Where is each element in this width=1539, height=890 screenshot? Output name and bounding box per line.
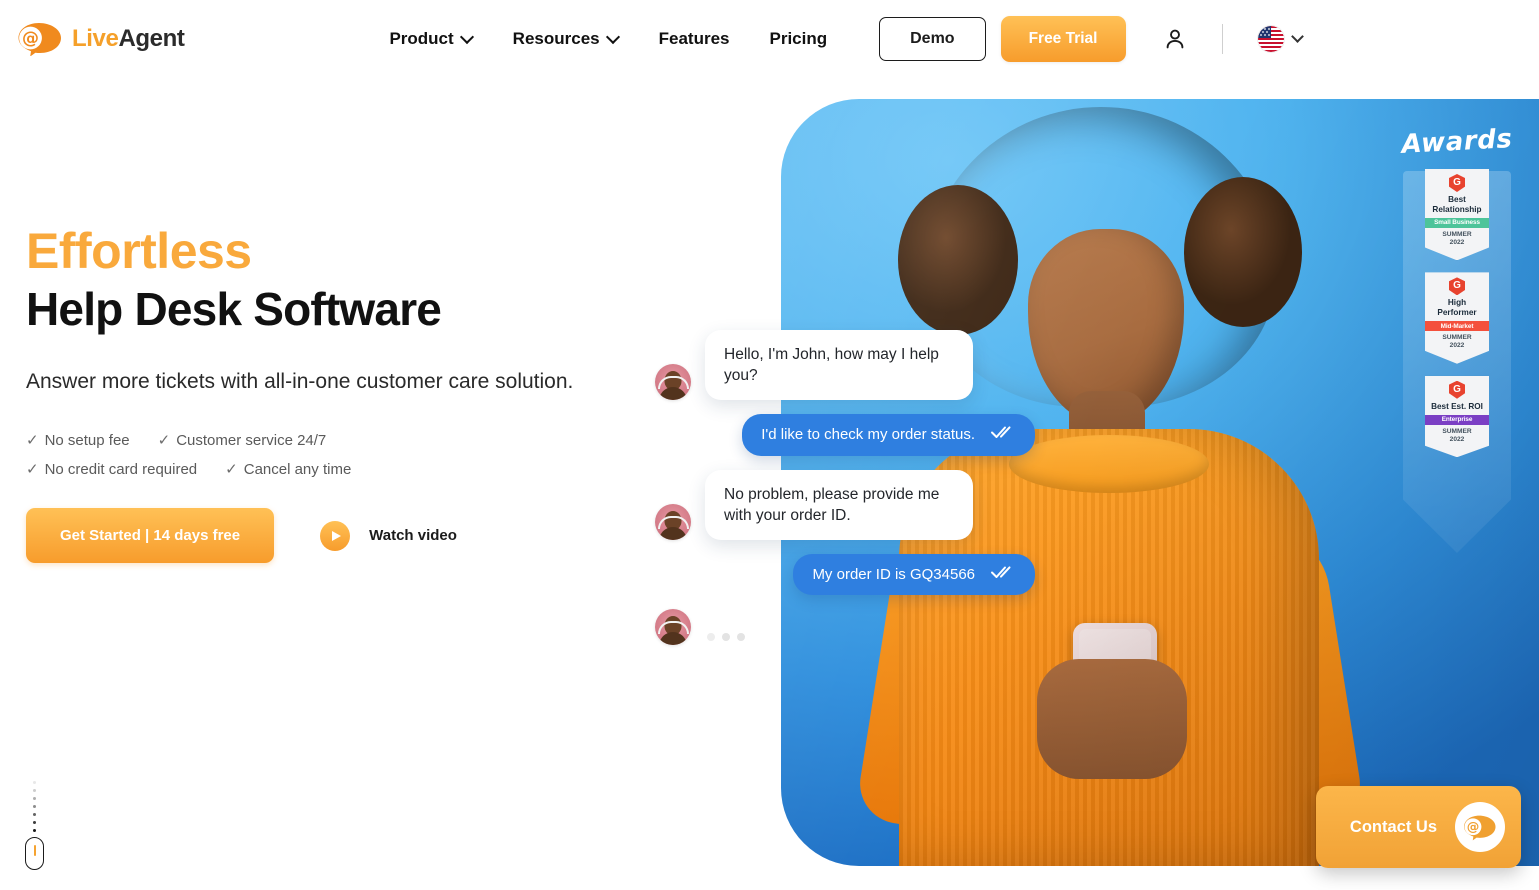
chevron-down-icon xyxy=(1293,32,1303,42)
award-segment: Small Business xyxy=(1425,217,1489,228)
contact-us-button[interactable]: Contact Us @ xyxy=(1315,786,1521,868)
chat-message-typing xyxy=(655,609,1035,646)
award-name: High Performer xyxy=(1437,298,1477,318)
chat-bubble-outgoing: I'd like to check my order status. xyxy=(742,414,1035,456)
at-speech-bubble-icon: @ xyxy=(1455,802,1505,852)
nav-item-resources[interactable]: Resources xyxy=(493,29,639,49)
check-icon: ✓ xyxy=(26,461,39,479)
nav-item-features[interactable]: Features xyxy=(639,29,750,49)
chat-bubble-text: I'd like to check my order status. xyxy=(761,426,975,444)
chat-message-customer-1: I'd like to check my order status. xyxy=(655,414,1035,456)
feature-label: No credit card required xyxy=(44,460,198,478)
award-badge-high-performer[interactable]: G High Performer Mid-Market SUMMER 2022 xyxy=(1425,272,1489,364)
check-icon: ✓ xyxy=(157,432,171,450)
nav-item-pricing[interactable]: Pricing xyxy=(749,29,847,49)
chat-bubble-incoming: No problem, please provide me with your … xyxy=(705,469,973,540)
demo-button[interactable]: Demo xyxy=(879,17,986,61)
language-selector[interactable] xyxy=(1258,26,1303,52)
us-flag-icon xyxy=(1258,26,1284,52)
typing-indicator xyxy=(705,629,747,645)
feature-label: Customer service 24/7 xyxy=(176,431,327,449)
scroll-down-mouse-icon[interactable] xyxy=(25,781,44,870)
chat-bubble-text: My order ID is GQ34566 xyxy=(812,565,975,583)
get-started-button[interactable]: Get Started | 14 days free xyxy=(26,508,275,564)
awards-panel: Awards G Best Relationship Small Busines… xyxy=(1399,124,1515,553)
at-speech-bubble-icon: @ xyxy=(17,22,63,57)
logo[interactable]: @ LiveAgent xyxy=(17,22,185,57)
award-name: Best Relationship xyxy=(1432,195,1482,214)
award-season: SUMMER 2022 xyxy=(1442,427,1472,443)
logo-text: LiveAgent xyxy=(72,25,185,53)
feature-label: No setup fee xyxy=(44,431,130,449)
agent-avatar xyxy=(655,503,691,540)
hero-feature-list: ✓ No setup fee ✓ Customer service 24/7 ✓… xyxy=(26,431,666,479)
play-icon xyxy=(320,520,351,551)
nav-label-resources: Resources xyxy=(512,29,600,48)
hero-subtitle: Answer more tickets with all-in-one cust… xyxy=(26,369,574,393)
chat-bubble-incoming: Hello, I'm John, how may I help you? xyxy=(705,330,973,401)
chat-message-agent-1: Hello, I'm John, how may I help you? xyxy=(655,330,1035,401)
feature-label: Cancel any time xyxy=(243,460,352,478)
chat-message-agent-2: No problem, please provide me with your … xyxy=(655,469,1035,540)
page-title: Help Desk Software xyxy=(26,283,442,335)
mouse-outline xyxy=(25,837,44,870)
feature-no-credit-card: ✓ No credit card required xyxy=(26,460,198,479)
g2-logo-icon: G xyxy=(1449,277,1465,296)
award-segment: Mid-Market xyxy=(1425,321,1489,332)
agent-avatar xyxy=(655,609,691,646)
watch-video-label: Watch video xyxy=(369,527,457,545)
user-icon[interactable] xyxy=(1163,27,1187,51)
award-name: Best Est. ROI xyxy=(1431,401,1483,411)
double-check-icon xyxy=(990,565,1016,585)
site-header: @ LiveAgent Product Resources Features P… xyxy=(0,0,1539,78)
nav-label-features: Features xyxy=(658,29,730,48)
chat-bubble-outgoing: My order ID is GQ34566 xyxy=(793,553,1035,596)
scroll-dots xyxy=(33,781,36,832)
awards-title: Awards xyxy=(1400,124,1514,160)
award-badge-best-relationship[interactable]: G Best Relationship Small Business SUMME… xyxy=(1425,169,1489,261)
nav-label-product: Product xyxy=(389,29,454,48)
chat-message-customer-2: My order ID is GQ34566 xyxy=(655,553,1035,596)
check-icon: ✓ xyxy=(26,432,39,450)
main-navigation: Product Resources Features Pricing xyxy=(369,29,847,49)
watch-video-button[interactable]: Watch video xyxy=(320,520,457,551)
logo-text-live: Live xyxy=(72,25,119,52)
nav-label-pricing: Pricing xyxy=(769,29,828,48)
award-badge-best-est-roi[interactable]: G Best Est. ROI Enterprise SUMMER 2022 xyxy=(1425,375,1489,458)
double-check-icon xyxy=(990,425,1016,445)
header-actions: Demo Free Trial xyxy=(879,16,1303,62)
svg-text:@: @ xyxy=(22,29,39,49)
hero-eyebrow: Effortless xyxy=(26,223,252,279)
feature-cancel-any-time: ✓ Cancel any time xyxy=(225,460,352,479)
agent-avatar xyxy=(655,364,691,401)
hero-copy: Effortless Help Desk Software Answer mor… xyxy=(26,223,666,564)
chevron-down-icon xyxy=(608,32,619,43)
award-season: SUMMER 2022 xyxy=(1442,334,1472,350)
svg-text:@: @ xyxy=(1467,818,1480,833)
contact-us-label: Contact Us xyxy=(1349,817,1437,836)
g2-logo-icon: G xyxy=(1449,174,1465,192)
g2-logo-icon: G xyxy=(1449,380,1465,399)
feature-customer-service: ✓ Customer service 24/7 xyxy=(157,431,327,450)
header-divider xyxy=(1221,24,1223,54)
free-trial-button[interactable]: Free Trial xyxy=(1000,16,1126,62)
check-icon: ✓ xyxy=(225,461,238,479)
chevron-down-icon xyxy=(462,32,473,43)
nav-item-product[interactable]: Product xyxy=(369,29,492,49)
hero-cta-row: Get Started | 14 days free Watch video xyxy=(26,508,666,564)
feature-no-setup-fee: ✓ No setup fee xyxy=(26,431,130,450)
logo-text-agent: Agent xyxy=(118,25,185,52)
chat-preview: Hello, I'm John, how may I help you? I'd… xyxy=(655,330,1035,659)
award-season: SUMMER 2022 xyxy=(1442,230,1472,247)
award-segment: Enterprise xyxy=(1425,414,1489,425)
